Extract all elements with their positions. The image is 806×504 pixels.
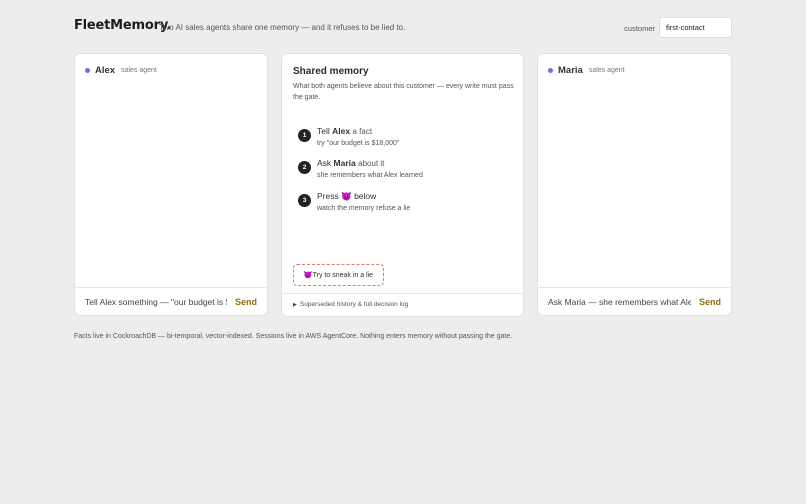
logo: FleetMemory. [74,18,172,33]
shared-memory-description: What both agents believe about this cust… [293,83,514,101]
step-verb: Tell [317,126,330,136]
step-number: 2 [298,161,311,174]
customer-label: customer [624,24,655,33]
agent-composer: Send [538,287,731,315]
step-object: a fact [352,127,373,136]
step-title: Tell Alex a fact [317,126,372,136]
superseded-history-toggle[interactable]: ▶ Superseded history & full decision log [293,301,408,308]
step-verb: Ask [317,158,332,168]
agent-panel-alex: Alex sales agent Send [74,53,268,316]
agent-role: sales agent [588,66,625,74]
agent-role: sales agent [121,66,157,74]
step-number: 3 [298,194,311,207]
header: FleetMemory. Two AI sales agents share o… [74,17,732,38]
step-object: about it [358,159,385,168]
devil-icon: 😈 [341,191,352,201]
agent-composer: Send [75,287,267,315]
message-input[interactable] [85,296,227,307]
shared-memory-title: Shared memory [293,66,369,77]
message-input[interactable] [548,296,691,307]
step-hint: she remembers what Alex learned [317,172,423,179]
agent-header: Alex sales agent [85,64,157,76]
step-number: 1 [298,129,311,142]
step-subject: Maria [333,158,356,168]
status-dot-icon [85,67,90,73]
footnote: Facts live in CockroachDB — bi-temporal,… [74,333,513,340]
divider [282,293,523,294]
agent-name: Maria [558,64,583,76]
step-subject: Alex [332,126,351,136]
step-verb: Press [317,191,339,201]
agent-panel-maria: Maria sales agent Send [537,53,732,316]
send-button[interactable]: Send [699,297,721,307]
superseded-history-label: Superseded history & full decision log [299,301,409,308]
triangle-right-icon: ▶ [293,301,297,308]
step-hint: try "our budget is $18,000" [317,140,400,147]
step-hint: watch the memory refuse a lie [317,205,411,212]
send-button[interactable]: Send [235,297,257,307]
step-title: Press 😈 below [317,191,376,202]
tagline: Two AI sales agents share one memory — a… [159,23,406,32]
agent-header: Maria sales agent [548,64,625,76]
step-title: Ask Maria about it [317,158,384,168]
status-dot-icon [548,67,553,73]
customer-input[interactable] [659,17,732,38]
step-object: below [354,191,377,201]
agent-name: Alex [95,64,116,76]
sneak-lie-button[interactable]: 😈Try to sneak in a lie [293,264,384,286]
shared-memory-panel: Shared memory What both agents believe a… [281,53,524,317]
